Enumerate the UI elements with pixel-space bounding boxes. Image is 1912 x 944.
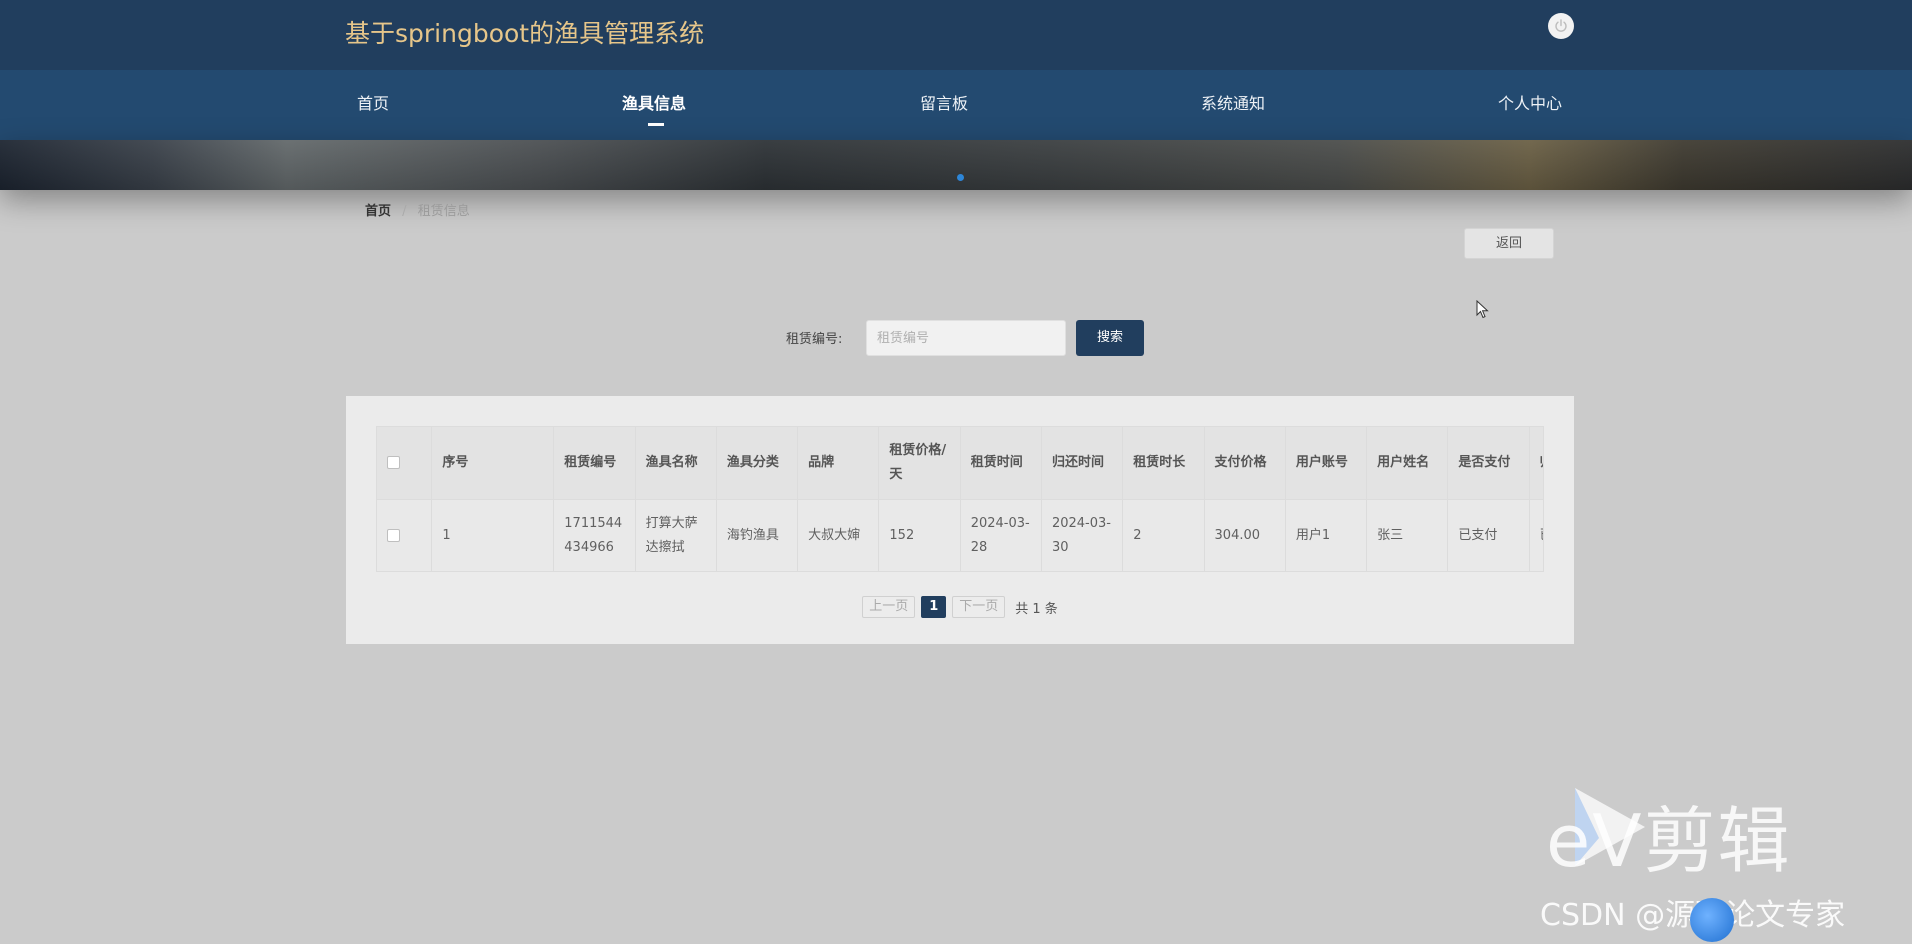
- table-cell: 2: [1122, 499, 1205, 571]
- logout-button[interactable]: [1548, 13, 1574, 39]
- active-nav-indicator: [648, 123, 664, 126]
- table-cell: 2024-03-28: [960, 499, 1042, 571]
- table-cell: 已支付: [1447, 499, 1530, 571]
- total-count: 共 1 条: [1015, 601, 1058, 617]
- watermark-brand: eV剪辑: [1546, 799, 1792, 883]
- carousel-dot[interactable]: [957, 174, 964, 181]
- table-cell: 已归还: [1529, 499, 1543, 571]
- search-label: 租赁编号:: [786, 332, 843, 347]
- table-cell: 304.00: [1204, 499, 1286, 571]
- column-header: 归还状态: [1529, 427, 1543, 499]
- table-cell: 2024-03-30: [1041, 499, 1124, 571]
- column-header: 渔具名称: [635, 427, 717, 499]
- column-header: 支付价格: [1204, 427, 1286, 499]
- back-button[interactable]: 返回: [1464, 228, 1554, 259]
- table-cell: 1711544434966: [553, 499, 636, 571]
- column-header: 租赁编号: [553, 427, 636, 499]
- column-header: 用户姓名: [1366, 427, 1449, 499]
- page-number-button[interactable]: 1: [921, 596, 947, 618]
- table-cell: 1: [431, 499, 555, 571]
- row-checkbox[interactable]: [387, 528, 400, 542]
- nav-item-gear-info[interactable]: 渔具信息: [622, 70, 686, 140]
- column-header: 租赁时间: [960, 427, 1042, 499]
- badge-icon: [1690, 898, 1734, 942]
- table-header-row: 序号 租赁编号 渔具名称 渔具分类 品牌 租赁价格/天 租赁时间 归还时间 租赁…: [377, 427, 1543, 499]
- column-header: 品牌: [797, 427, 880, 499]
- breadcrumb-home[interactable]: 首页: [365, 204, 391, 219]
- power-icon: [1555, 19, 1567, 32]
- breadcrumb: 首页 / 租赁信息: [365, 200, 470, 219]
- search-input[interactable]: [866, 320, 1066, 356]
- breadcrumb-separator: /: [402, 204, 407, 219]
- site-title: 基于springboot的渔具管理系统: [345, 19, 705, 48]
- next-page-button[interactable]: 下一页: [952, 596, 1006, 618]
- prev-page-button[interactable]: 上一页: [862, 596, 916, 618]
- main-nav: 首页 渔具信息 留言板 系统通知 个人中心: [0, 70, 1912, 140]
- column-header: 是否支付: [1447, 427, 1530, 499]
- column-header: 租赁时长: [1122, 427, 1205, 499]
- table-scroll-container[interactable]: 序号 租赁编号 渔具名称 渔具分类 品牌 租赁价格/天 租赁时间 归还时间 租赁…: [376, 426, 1544, 572]
- column-header: 渔具分类: [716, 427, 799, 499]
- column-header: 租赁价格/天: [878, 427, 961, 499]
- mouse-cursor-icon: [1476, 300, 1489, 319]
- nav-item-notices[interactable]: 系统通知: [1201, 70, 1265, 140]
- results-panel: 序号 租赁编号 渔具名称 渔具分类 品牌 租赁价格/天 租赁时间 归还时间 租赁…: [346, 396, 1574, 644]
- column-header: 归还时间: [1041, 427, 1124, 499]
- table-cell: 打算大萨达擦拭: [635, 499, 717, 571]
- pagination: 上一页 1 下一页共 1 条: [346, 596, 1574, 618]
- breadcrumb-current: 租赁信息: [417, 204, 470, 219]
- select-all-cell: [377, 427, 433, 499]
- nav-item-profile[interactable]: 个人中心: [1498, 70, 1562, 140]
- table-cell: 用户1: [1285, 499, 1368, 571]
- nav-item-message-board[interactable]: 留言板: [920, 70, 968, 140]
- table-cell: 152: [878, 499, 961, 571]
- search-button[interactable]: 搜索: [1076, 320, 1144, 356]
- rental-table: 序号 租赁编号 渔具名称 渔具分类 品牌 租赁价格/天 租赁时间 归还时间 租赁…: [377, 427, 1543, 571]
- banner-carousel: [0, 140, 1912, 190]
- column-header: 用户账号: [1285, 427, 1368, 499]
- table-cell: 大叔大婶: [797, 499, 880, 571]
- column-header: 序号: [431, 427, 555, 499]
- table-row[interactable]: 1 1711544434966 打算大萨达擦拭 海钓渔具 大叔大婶 152 20…: [377, 499, 1543, 571]
- table-cell: 海钓渔具: [716, 499, 799, 571]
- row-select-cell: [377, 499, 433, 571]
- select-all-checkbox[interactable]: [387, 455, 400, 469]
- table-cell: 张三: [1366, 499, 1449, 571]
- top-header: 基于springboot的渔具管理系统: [0, 0, 1912, 70]
- nav-item-home[interactable]: 首页: [357, 70, 389, 140]
